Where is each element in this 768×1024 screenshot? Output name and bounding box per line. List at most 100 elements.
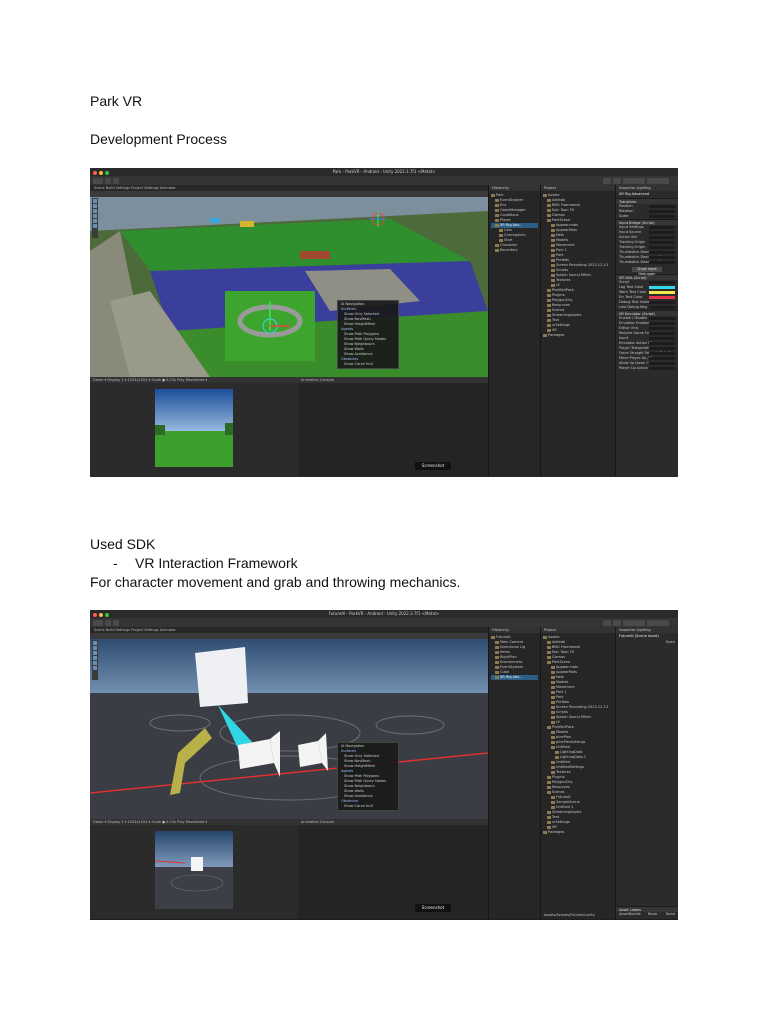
transform-tools[interactable] (92, 640, 98, 680)
tree-item[interactable]: Packages (543, 830, 613, 835)
tree-item-label: FutureAI (496, 635, 511, 639)
project-tree[interactable]: Assets Addrsbl BNG Framework Epic Toon FX Gi… (541, 191, 615, 340)
collab-icon[interactable] (113, 178, 119, 184)
field-value[interactable] (649, 246, 675, 249)
close-dot-icon[interactable] (93, 613, 97, 617)
field-value[interactable] (649, 256, 675, 259)
tree-item-label: Untitled 1 (556, 805, 574, 809)
folder-icon (491, 193, 495, 197)
layout-dropdown[interactable] (647, 620, 669, 626)
zoom-dot-icon[interactable] (105, 613, 109, 617)
search-icon[interactable] (613, 178, 621, 184)
field-value[interactable] (649, 362, 675, 365)
tree-item[interactable]: XR Rig Adv... (491, 675, 538, 680)
field-value[interactable] (649, 231, 675, 234)
tree-item-label: Screen Recording 2023-12-13 (556, 705, 609, 709)
folder-icon (495, 208, 499, 212)
component-field[interactable]: Thumbstick Deadzone Y (616, 260, 678, 265)
field-value[interactable] (649, 347, 675, 350)
layers-dropdown[interactable] (623, 178, 645, 184)
field-value[interactable] (649, 337, 675, 340)
color-swatch[interactable] (649, 286, 675, 289)
scene-view[interactable]: AI Navigation Surfaces Show Only Selected S… (90, 633, 488, 819)
cloud-icon[interactable] (105, 620, 111, 626)
show-input-debugger-button[interactable]: Show Input Debugger (632, 267, 662, 276)
ai-navigation-overlay[interactable]: AI Navigation Surfaces Show Only Selected S… (337, 300, 399, 369)
screenshot-button[interactable]: Screenshot (415, 904, 451, 912)
field-value[interactable] (649, 236, 675, 239)
tree-item-label: Main Camera (500, 640, 524, 644)
animation-console-tabs[interactable]: Animation Console (298, 819, 488, 825)
history-icon[interactable] (603, 620, 611, 626)
project-panel: Project Assets Addrsbl BNG Framework Epic T… (540, 185, 615, 477)
game-view-panel: Game ▾ Display 1 ▾ 1024x1024 ▾ Scale ● 0… (90, 377, 298, 477)
field-value[interactable] (649, 322, 675, 325)
field-value[interactable] (649, 215, 675, 218)
game-view-toolbar[interactable]: Game ▾ Display 1 ▾ 1024x1024 ▾ Scale ● 0… (90, 377, 298, 383)
tree-item[interactable]: Recorders (491, 248, 538, 253)
layers-dropdown[interactable] (623, 620, 645, 626)
field-label: Tracking Origin (619, 240, 646, 244)
field-value[interactable] (649, 226, 675, 229)
field-value[interactable] (649, 301, 675, 304)
scene-view-toolbar[interactable] (90, 633, 488, 639)
game-view-render (155, 831, 233, 909)
asset-bundle-row[interactable]: AssetBundle None None (616, 912, 678, 917)
tree-item-label: xrSettings (552, 820, 570, 824)
field-value[interactable] (649, 251, 675, 254)
folder-icon (547, 198, 551, 202)
layout-dropdown[interactable] (647, 178, 669, 184)
document-title: Park VR (90, 93, 143, 109)
component-field[interactable]: Last Debug Msg (616, 305, 678, 310)
overlay-toggle[interactable]: Show Carve Hull (341, 362, 395, 367)
field-value[interactable] (649, 352, 675, 355)
collab-icon[interactable] (113, 620, 119, 626)
field-value[interactable] (649, 327, 675, 330)
project-tree[interactable]: Assets Addrsbl BNG Framework Epic Toon FX Gi… (541, 633, 615, 837)
minimize-dot-icon[interactable] (99, 171, 103, 175)
account-button[interactable] (93, 178, 103, 184)
hierarchy-tree[interactable]: Park EventSystem Env GameManager Conditions P… (489, 191, 540, 255)
vr-scene-render (90, 633, 488, 819)
field-value[interactable] (649, 357, 675, 360)
open-button[interactable]: Open (616, 640, 678, 645)
component-field[interactable]: Scale (616, 214, 678, 219)
cloud-icon[interactable] (105, 178, 111, 184)
folder-icon (547, 775, 551, 779)
asset-bundle-variant[interactable]: None (666, 912, 675, 917)
field-value[interactable] (649, 317, 675, 320)
minimize-dot-icon[interactable] (99, 613, 103, 617)
color-swatch[interactable] (649, 296, 675, 299)
field-value[interactable] (649, 241, 675, 244)
scene-view[interactable]: AI Navigation Surfaces Show Only Selected S… (90, 191, 488, 377)
folder-icon (547, 780, 551, 784)
screenshot-button[interactable]: Screenshot (415, 462, 451, 470)
component-field[interactable]: Player Up Action (616, 366, 678, 371)
field-value[interactable] (649, 210, 675, 213)
zoom-dot-icon[interactable] (105, 171, 109, 175)
account-button[interactable] (93, 620, 103, 626)
game-view-toolbar[interactable]: Game ▾ Display 1 ▾ 1024x1024 ▾ Scale ● 0… (90, 819, 298, 825)
animation-console-tabs[interactable]: Animation Console (298, 377, 488, 383)
color-swatch[interactable] (649, 291, 675, 294)
field-value[interactable] (649, 306, 675, 309)
folder-icon (551, 228, 555, 232)
close-dot-icon[interactable] (93, 171, 97, 175)
field-value[interactable] (649, 367, 675, 370)
asset-bundle-value[interactable]: None (648, 912, 657, 916)
search-icon[interactable] (613, 620, 621, 626)
field-value[interactable] (649, 332, 675, 335)
field-value[interactable] (649, 281, 675, 284)
hierarchy-tree[interactable]: FutureAI Main Camera Directional Lig Items R… (489, 633, 540, 682)
field-value[interactable] (649, 342, 675, 345)
field-value[interactable] (649, 261, 675, 264)
folder-icon (551, 735, 555, 739)
tree-item[interactable]: Packages (543, 333, 613, 338)
field-value[interactable] (649, 205, 675, 208)
transform-tools[interactable] (92, 198, 98, 238)
scene-view-toolbar[interactable] (90, 191, 488, 197)
tree-item-label: PinkBellPack (552, 288, 574, 292)
ai-navigation-overlay[interactable]: AI Navigation Surfaces Show Only Selected S… (337, 742, 399, 811)
overlay-toggle[interactable]: Show Carve Hull (341, 804, 395, 809)
history-icon[interactable] (603, 178, 611, 184)
